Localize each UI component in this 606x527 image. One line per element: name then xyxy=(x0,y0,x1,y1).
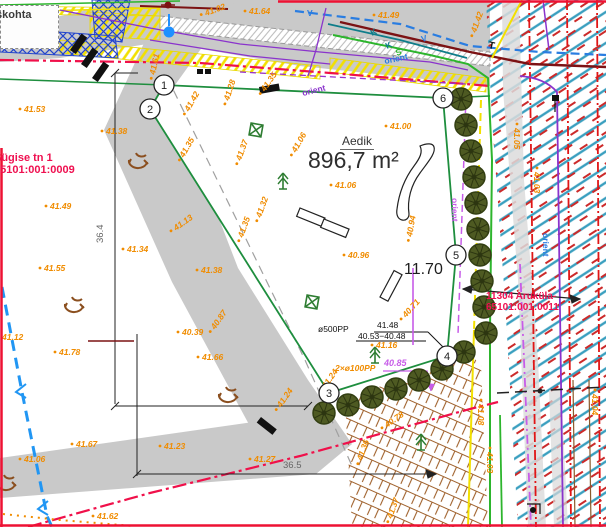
elevation-label: 41.66 xyxy=(197,352,224,362)
svg-text:4: 4 xyxy=(444,351,450,363)
svg-text:41.62: 41.62 xyxy=(96,511,119,521)
tree-icon xyxy=(460,140,482,162)
svg-text:41.06: 41.06 xyxy=(23,454,46,464)
pipe-note-top: 41.48 xyxy=(377,321,398,330)
svg-text:41.03: 41.03 xyxy=(485,451,495,474)
svg-text:6: 6 xyxy=(440,93,446,105)
svg-text:41.05: 41.05 xyxy=(512,127,522,150)
svg-text:41.78: 41.78 xyxy=(58,347,81,357)
tree-icon xyxy=(408,369,430,391)
svg-text:41.64: 41.64 xyxy=(248,6,271,16)
dim-west: 36.4 xyxy=(96,225,106,244)
svg-text:41.04: 41.04 xyxy=(590,393,600,416)
svg-text:41.00: 41.00 xyxy=(389,121,412,131)
pipe-note-label: ø500PP xyxy=(318,325,349,334)
elevation-label: 41.49 xyxy=(45,201,72,211)
flag-marker-icon xyxy=(552,95,559,101)
left-parcel-label: Sügise tn 1 65101:001:0009 xyxy=(0,153,75,176)
svg-text:5: 5 xyxy=(453,250,459,262)
elevation-label: 41.78 xyxy=(54,347,81,357)
pipe2-label: 2×ø100PP xyxy=(335,364,375,373)
elevation-label: 40.39 xyxy=(177,327,204,337)
svg-text:41.67: 41.67 xyxy=(75,439,99,449)
dim-south: 36.5 xyxy=(283,461,302,471)
tree-icon xyxy=(361,386,383,408)
tree-icon xyxy=(463,166,485,188)
svg-text:41.27: 41.27 xyxy=(253,454,277,464)
pipe-note-bottom: 40.53−40.48 xyxy=(358,332,406,341)
tree-icon xyxy=(337,394,359,416)
bush-icon xyxy=(219,387,238,402)
vertex-marker: 4 xyxy=(437,346,457,366)
left-parcel-street: Sügise tn 1 xyxy=(0,153,75,165)
svg-text:41.38: 41.38 xyxy=(200,265,223,275)
svg-text:41.34: 41.34 xyxy=(126,244,149,254)
svg-text:41.55: 41.55 xyxy=(43,263,66,273)
tree-icon xyxy=(465,192,487,214)
svg-text:41.49: 41.49 xyxy=(377,10,400,20)
svg-text:2: 2 xyxy=(147,104,153,116)
note-box: iskohta xyxy=(0,5,59,49)
vertex-marker: 1 xyxy=(154,75,174,95)
utility-corridor-hatch xyxy=(486,0,606,527)
utility-label: orient xyxy=(450,198,460,222)
svg-text:41.08: 41.08 xyxy=(476,403,486,426)
svg-text:orient: orient xyxy=(450,198,460,222)
tree-icon xyxy=(313,402,335,424)
svg-text:41.12: 41.12 xyxy=(1,332,24,342)
pipe2-value: 40.85 xyxy=(384,359,407,368)
vertex-marker: 5 xyxy=(446,245,466,265)
black-square-marker xyxy=(205,69,211,74)
svg-text:40.39: 40.39 xyxy=(181,327,204,337)
dim-east-gap: 11.70 xyxy=(404,262,443,279)
tree-icon xyxy=(471,270,493,292)
svg-text:41.49: 41.49 xyxy=(49,201,72,211)
svg-text:41.66: 41.66 xyxy=(201,352,224,362)
hydrant-icon xyxy=(164,27,175,38)
right-parcel-label: 11304 Aruküla- 65101:001:0011 xyxy=(486,292,559,313)
elevation-label: 41.34 xyxy=(122,244,149,254)
svg-text:orient: orient xyxy=(541,233,551,257)
point-marker xyxy=(530,507,536,513)
svg-text:3: 3 xyxy=(326,388,332,400)
tree-icon xyxy=(475,322,497,344)
area-value: 896,7 m² xyxy=(308,148,399,172)
svg-text:41.38: 41.38 xyxy=(105,126,128,136)
svg-text:V: V xyxy=(307,8,313,18)
right-parcel-code: 65101:001:0011 xyxy=(486,303,559,314)
tree-icon xyxy=(385,378,407,400)
svg-text:40.96: 40.96 xyxy=(347,250,370,260)
note-box-label: iskohta xyxy=(0,9,58,21)
left-parcel-code: 65101:001:0009 xyxy=(0,165,75,177)
elevation-label: 41.53 xyxy=(19,104,46,114)
svg-text:41.06: 41.06 xyxy=(334,180,357,190)
bush-icon xyxy=(65,297,84,312)
utility-label: orient xyxy=(541,233,551,257)
vertex-marker: 3 xyxy=(319,383,339,403)
black-square-marker xyxy=(197,69,203,74)
black-bar-marker xyxy=(92,62,109,82)
site-plan-map: T 41.6441.4941.0241.6141.4241.5341.3841.… xyxy=(0,0,606,527)
svg-text:41.03: 41.03 xyxy=(532,171,542,194)
vertex-marker: 2 xyxy=(140,99,160,119)
elevation-label: 41.12 xyxy=(0,332,24,342)
svg-text:41.16: 41.16 xyxy=(375,340,398,350)
tree-icon xyxy=(469,244,491,266)
tree-icon xyxy=(455,114,477,136)
svg-text:1: 1 xyxy=(161,80,167,92)
right-parcel-street: 11304 Aruküla- xyxy=(486,292,559,303)
vertex-marker: 6 xyxy=(433,88,453,108)
utility-label: V xyxy=(307,8,313,18)
elevation-label: 41.55 xyxy=(39,263,66,273)
svg-text:41.23: 41.23 xyxy=(163,441,186,451)
site-plan-drawing: T 41.6441.4941.0241.6141.4241.5341.3841.… xyxy=(0,0,606,527)
tree-icon xyxy=(467,218,489,240)
svg-text:41.53: 41.53 xyxy=(23,104,46,114)
elevation-label: 41.62 xyxy=(92,511,119,521)
